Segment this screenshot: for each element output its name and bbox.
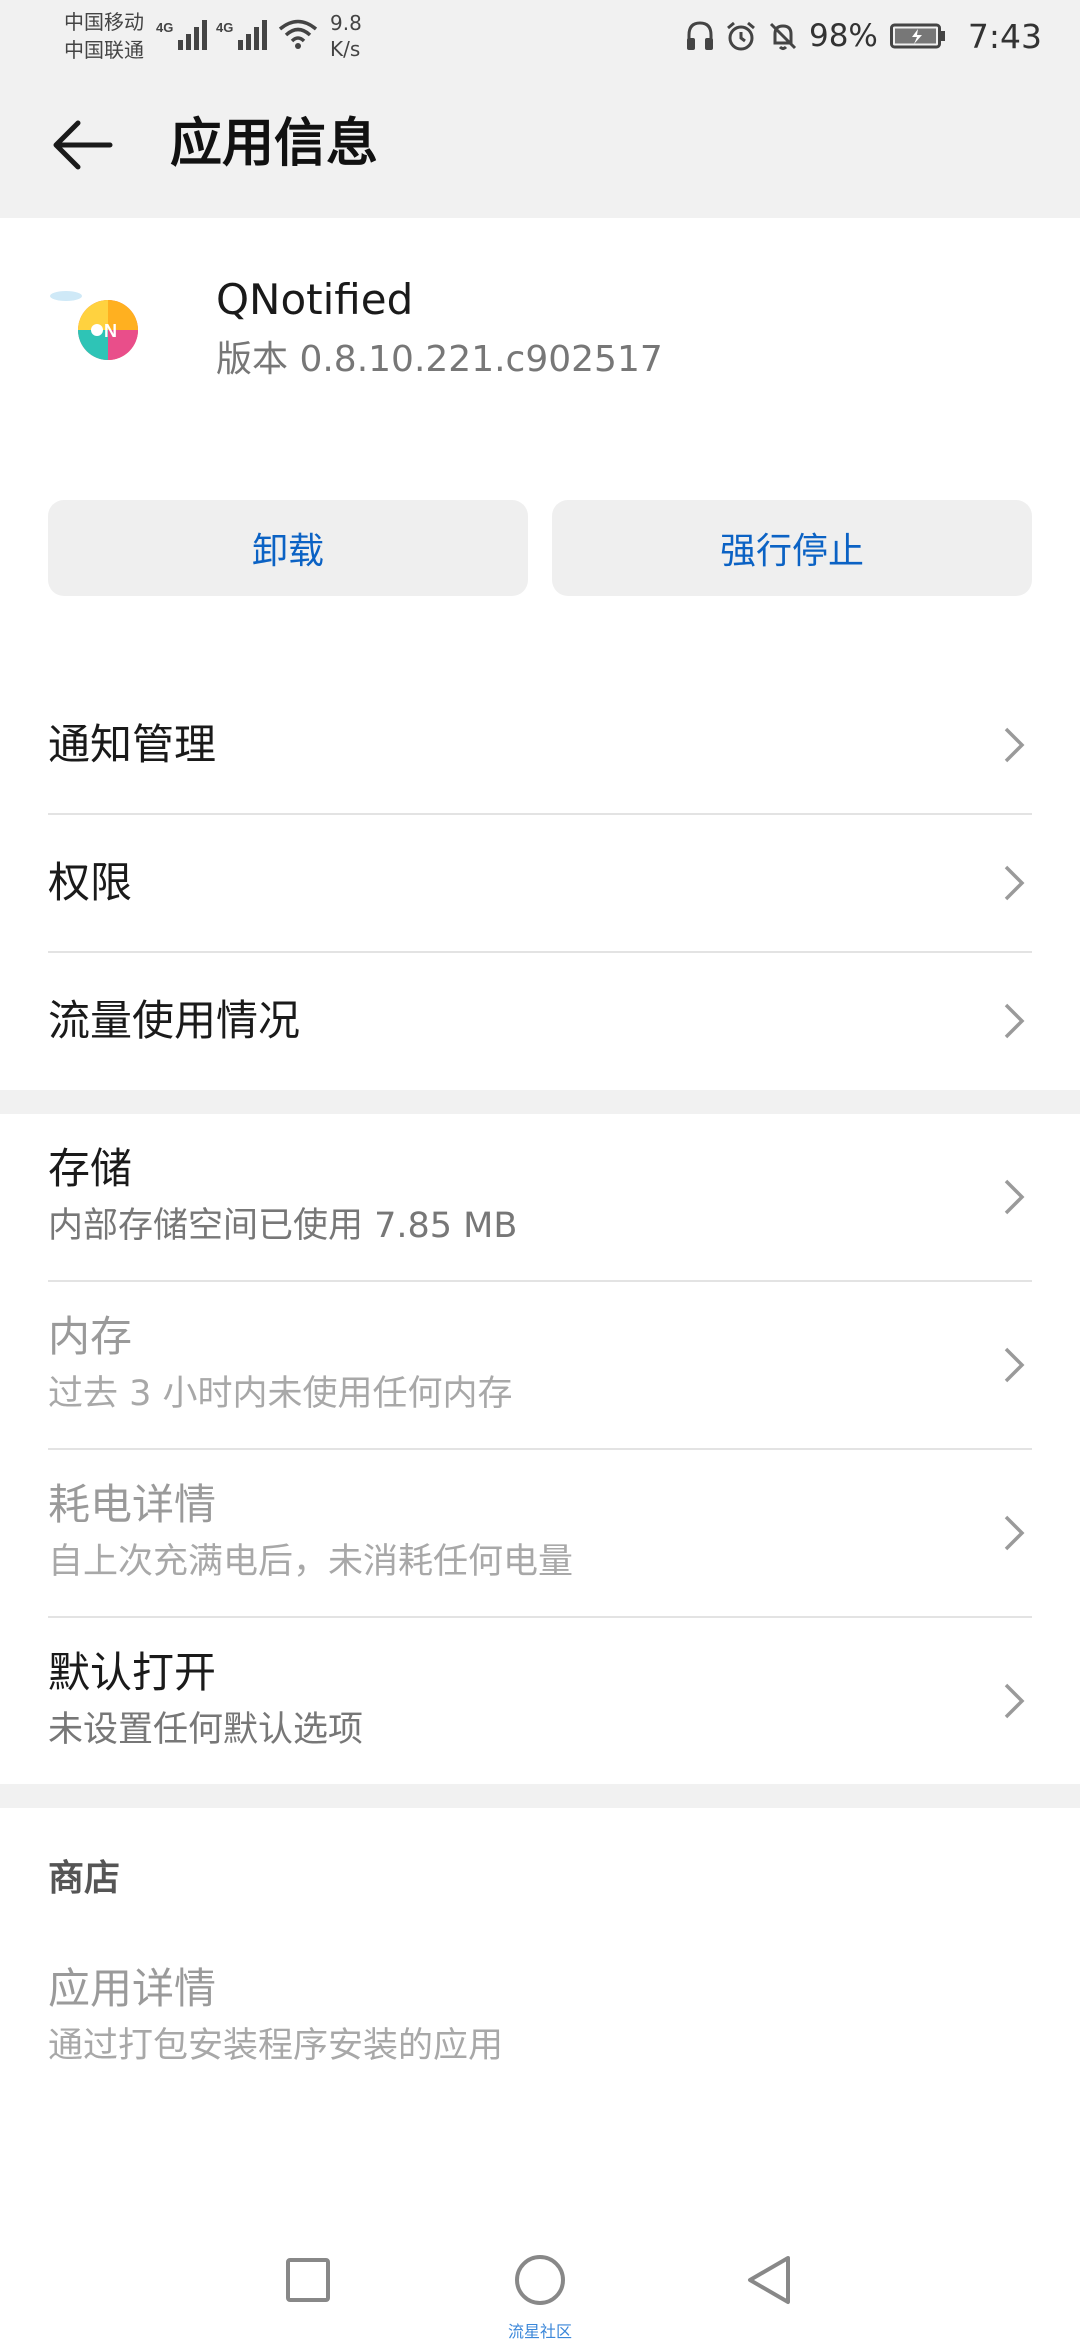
menu-item-permissions[interactable]: 权限	[48, 814, 1032, 952]
detail-item-open-by-default[interactable]: 默认打开 未设置任何默认选项	[48, 1618, 1032, 1784]
menu-item-data-usage[interactable]: 流量使用情况	[48, 952, 1032, 1090]
title-bar: 应用信息	[0, 72, 1080, 218]
alarm-icon	[727, 21, 755, 51]
store-item-subtitle: 通过打包安装程序安装的应用	[48, 2026, 504, 2066]
detail-subtitle: 内部存储空间已使用 7.85 MB	[48, 1206, 518, 1246]
app-name: QNotified	[216, 275, 414, 324]
menu-item-notifications[interactable]: 通知管理	[48, 676, 1032, 814]
menu-item-label: 通知管理	[48, 720, 217, 769]
wifi-icon	[278, 19, 318, 49]
page-title: 应用信息	[170, 114, 379, 174]
chevron-right-icon	[1004, 1347, 1025, 1383]
chevron-right-icon	[1004, 727, 1025, 763]
detail-item-battery-usage[interactable]: 耗电详情 自上次充满电后，未消耗任何电量	[48, 1450, 1032, 1616]
uninstall-button-label: 卸载	[251, 531, 324, 572]
svg-text:N: N	[104, 321, 117, 341]
signal-icon-2: 4G	[216, 20, 267, 50]
carrier-labels: 中国移动 中国联通	[64, 8, 144, 64]
detail-item-memory[interactable]: 内存 过去 3 小时内未使用任何内存	[48, 1282, 1032, 1448]
back-arrow-icon[interactable]	[48, 117, 118, 173]
net-speed: 9.8 K/s	[330, 11, 362, 61]
headphones-icon	[686, 21, 713, 50]
app-version: 版本 0.8.10.221.c902517	[216, 339, 663, 380]
detail-title: 存储	[48, 1144, 133, 1193]
store-section-header: 商店	[48, 1858, 121, 1899]
status-bar: 中国移动 中国联通 4G 4G 9.8 K/s 98% 7:43	[0, 0, 1080, 72]
mute-bell-icon	[769, 22, 797, 50]
menu-item-label: 流量使用情况	[48, 996, 301, 1045]
chevron-right-icon	[1004, 865, 1025, 901]
uninstall-button[interactable]: 卸载	[48, 500, 528, 596]
signal-icon: 4G	[156, 20, 207, 50]
status-indicators: 98% 7:43	[685, 16, 1042, 56]
store-item-app-details[interactable]: 应用详情 通过打包安装程序安装的应用	[48, 1950, 1032, 2090]
force-stop-button-label: 强行停止	[719, 531, 864, 572]
menu-item-label: 权限	[48, 858, 133, 907]
carrier-2: 中国联通	[64, 38, 144, 62]
detail-subtitle: 过去 3 小时内未使用任何内存	[48, 1374, 513, 1414]
svg-text:4G: 4G	[156, 20, 173, 35]
detail-title: 内存	[48, 1312, 133, 1361]
chevron-right-icon	[1004, 1179, 1025, 1215]
carrier-1: 中国移动	[64, 10, 144, 34]
back-triangle-icon[interactable]	[742, 2252, 798, 2308]
clock: 7:43	[967, 16, 1042, 56]
detail-item-storage[interactable]: 存储 内部存储空间已使用 7.85 MB	[48, 1114, 1032, 1280]
battery-percent: 98%	[808, 18, 878, 54]
battery-charging-icon	[889, 23, 945, 49]
section-separator	[0, 1784, 1080, 1808]
section-separator	[0, 1090, 1080, 1114]
app-icon: N	[50, 291, 138, 360]
chevron-right-icon	[1004, 1515, 1025, 1551]
detail-title: 默认打开	[48, 1648, 217, 1697]
store-item-title: 应用详情	[48, 1964, 217, 2013]
detail-title: 耗电详情	[48, 1480, 217, 1529]
watermark-text: 流星社区	[507, 2322, 572, 2341]
svg-text:4G: 4G	[216, 20, 233, 35]
detail-subtitle: 自上次充满电后，未消耗任何电量	[48, 1542, 574, 1582]
recents-square-icon[interactable]	[280, 2252, 336, 2308]
force-stop-button[interactable]: 强行停止	[552, 500, 1032, 596]
chevron-right-icon	[1004, 1003, 1025, 1039]
home-circle-icon[interactable]	[512, 2252, 568, 2308]
detail-subtitle: 未设置任何默认选项	[48, 1710, 364, 1750]
chevron-right-icon	[1004, 1683, 1025, 1719]
